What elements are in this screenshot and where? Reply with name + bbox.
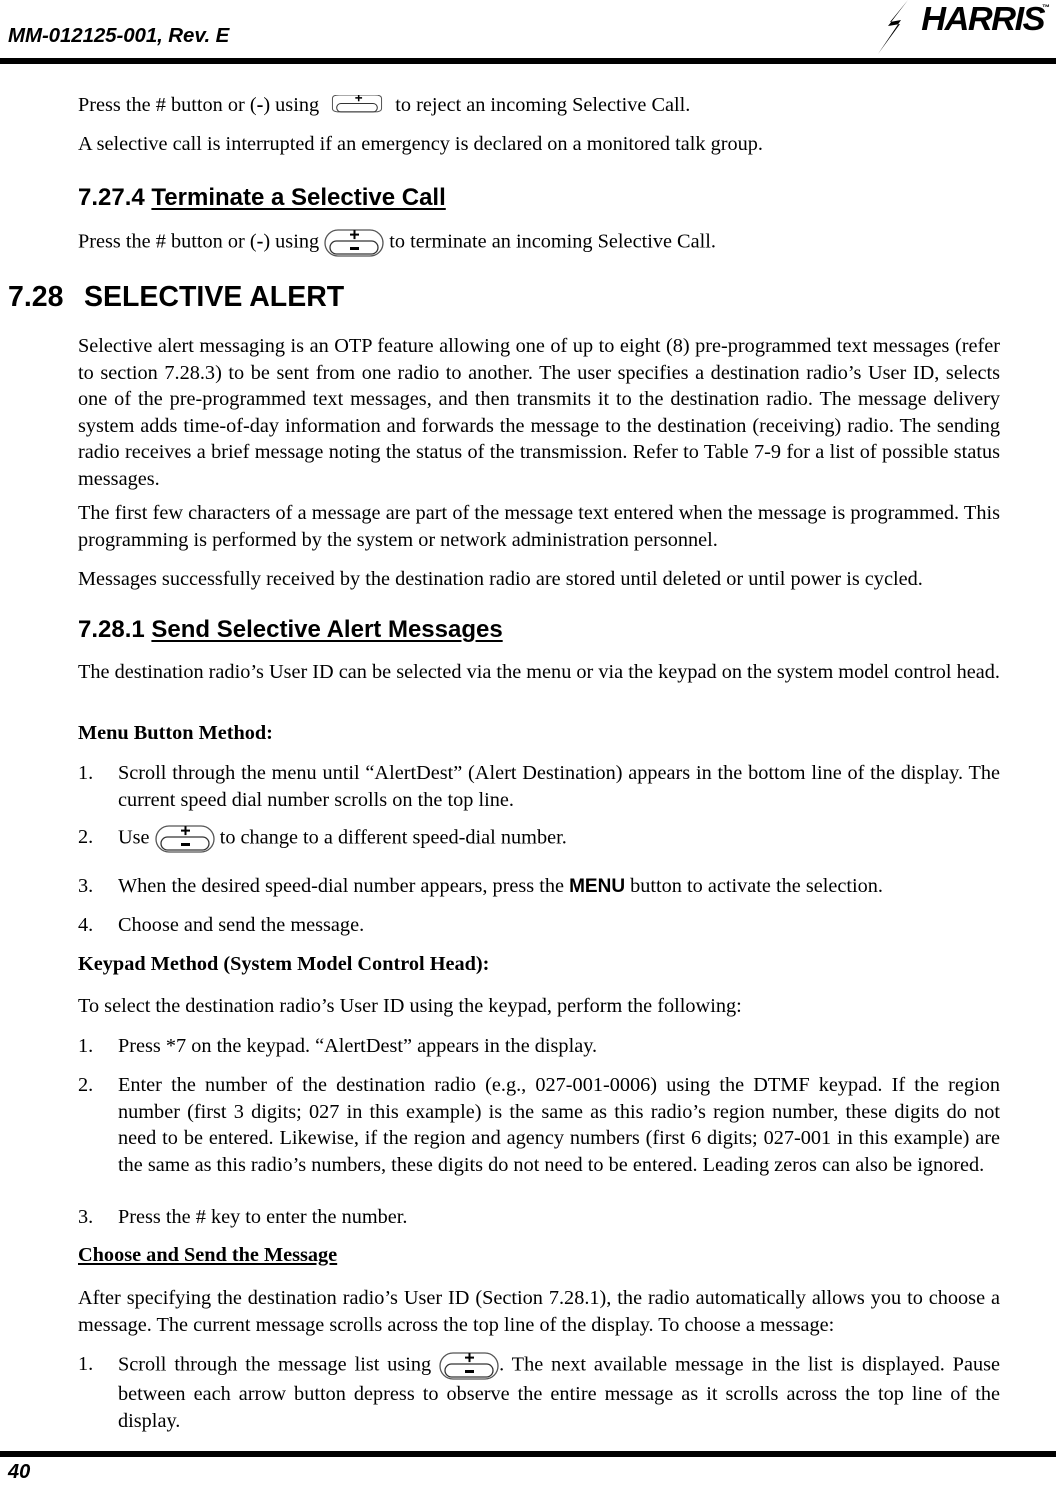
header-divider	[0, 58, 1056, 64]
menu-button-label: MENU	[569, 876, 626, 897]
list-item-menu-3-pre: When the desired speed-dial number appea…	[118, 875, 570, 897]
list-item-choose-1-text: Scroll through the message list using . …	[118, 1351, 1000, 1434]
list-item-menu-2-pre: Use	[118, 826, 155, 849]
list-item-keypad-2-number: 2.	[78, 1074, 94, 1096]
heading-7-28: 7.28 SELECTIVE ALERT	[8, 281, 344, 314]
paragraph-keypad-intro: To select the destination radio’s User I…	[78, 995, 742, 1017]
rocker-switch-plus-minus-icon	[154, 824, 215, 854]
page-number: 40	[8, 1461, 31, 1483]
paragraph-messages-stored: Messages successfully received by the de…	[78, 568, 923, 590]
paragraph-reject-call-mid: ) using	[263, 94, 325, 116]
list-item-choose-1-pre: Scroll through the message list using	[118, 1353, 440, 1376]
list-item-menu-1-text: Scroll through the menu until “AlertDest…	[118, 762, 1000, 811]
lightning-bolt-icon	[878, 0, 908, 54]
heading-7-27-4: 7.27.4 Terminate a Selective Call	[78, 184, 446, 212]
harris-logo: HARRIS ™	[870, 0, 1050, 54]
heading-7-28-number: 7.28	[8, 281, 64, 313]
paragraph-destination-selection: The destination radio’s User ID can be s…	[78, 661, 1000, 683]
list-item-keypad-1-text: Press *7 on the keypad. “AlertDest” appe…	[118, 1035, 598, 1057]
rocker-switch-plus-minus-icon	[324, 228, 384, 258]
heading-7-27-4-title: Terminate a Selective Call	[151, 184, 446, 211]
heading-7-28-1-title: Send Selective Alert Messages	[151, 616, 503, 643]
paragraph-terminate-call: Press the # button or (-) using to termi…	[78, 228, 1000, 258]
harris-logo-wordmark: HARRIS	[921, 0, 1045, 37]
page-header: MM-012125-001, Rev. E HARRIS ™	[0, 0, 1056, 68]
list-item-choose-1-number: 1.	[78, 1353, 94, 1375]
list-item-menu-2-post: to change to a different speed-dial numb…	[214, 826, 567, 849]
heading-7-28-1-number: 7.28.1	[78, 616, 145, 643]
paragraph-terminate-call-pre: Press the # button or (	[78, 230, 257, 253]
trademark-icon: ™	[1042, 3, 1050, 12]
rocker-switch-plus-icon	[324, 95, 390, 117]
rocker-switch-plus-minus-icon	[439, 1351, 499, 1381]
list-item-keypad-2-text: Enter the number of the destination radi…	[118, 1074, 1000, 1176]
paragraph-reject-call-post: to reject an incoming Selective Call.	[390, 94, 691, 116]
heading-keypad-method: Keypad Method (System Model Control Head…	[78, 953, 490, 975]
heading-7-27-4-number: 7.27.4	[78, 184, 145, 211]
paragraph-emergency-interrupt: A selective call is interrupted if an em…	[78, 133, 764, 155]
paragraph-reject-call-pre: Press the # button or (	[78, 94, 257, 116]
document-page: MM-012125-001, Rev. E HARRIS ™ Press the…	[0, 0, 1056, 1510]
list-item-menu-4-text: Choose and send the message.	[118, 914, 365, 936]
list-item-menu-4-number: 4.	[78, 914, 94, 936]
list-item-menu-3-post: button to activate the selection.	[625, 875, 883, 897]
heading-choose-and-send: Choose and Send the Message	[78, 1244, 338, 1266]
paragraph-terminate-call-mid: ) using	[263, 230, 325, 253]
paragraph-reject-call: Press the # button or (-) using to rejec…	[78, 92, 1000, 119]
document-id: MM-012125-001, Rev. E	[8, 24, 230, 47]
list-item-menu-2-number: 2.	[78, 826, 94, 848]
paragraph-terminate-call-post: to terminate an incoming Selective Call.	[384, 230, 716, 253]
list-item-menu-1-number: 1.	[78, 762, 94, 784]
list-item-keypad-1-number: 1.	[78, 1035, 94, 1057]
list-item-menu-3-text: When the desired speed-dial number appea…	[118, 873, 1000, 901]
paragraph-after-specifying: After specifying the destination radio’s…	[78, 1287, 1000, 1336]
paragraph-selective-alert-overview: Selective alert messaging is an OTP feat…	[78, 335, 1000, 490]
list-item-menu-2-text: Use to change to a different speed-dial …	[118, 824, 1000, 854]
footer-divider	[0, 1451, 1056, 1457]
heading-7-28-title: SELECTIVE ALERT	[84, 281, 345, 313]
list-item-menu-3-number: 3.	[78, 875, 94, 897]
heading-7-28-1: 7.28.1 Send Selective Alert Messages	[78, 616, 503, 644]
paragraph-first-few-characters: The first few characters of a message ar…	[78, 502, 1000, 551]
heading-menu-button-method: Menu Button Method:	[78, 722, 273, 744]
list-item-keypad-3-number: 3.	[78, 1206, 94, 1228]
list-item-keypad-3-text: Press the # key to enter the number.	[118, 1206, 408, 1228]
